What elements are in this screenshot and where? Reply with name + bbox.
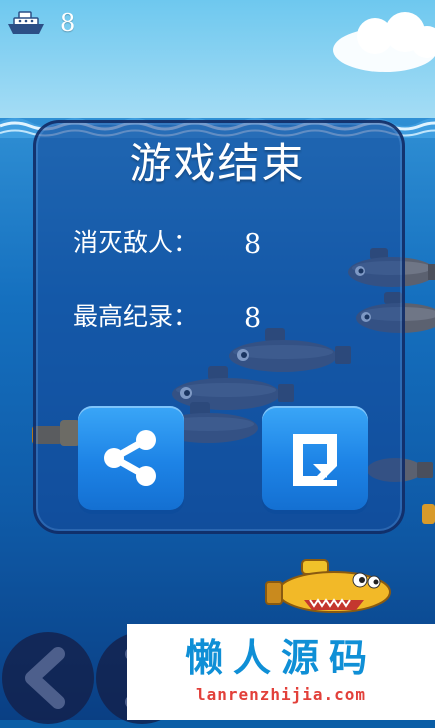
score-counter: 8: [60, 9, 76, 37]
player-submarine: [265, 559, 391, 613]
restart-button[interactable]: [262, 406, 368, 510]
game-over-title: 游戏结束: [129, 139, 306, 188]
ship-icon: [8, 11, 44, 34]
watermark-chinese-text: 懒人源码: [184, 636, 377, 680]
move-left-button[interactable]: [2, 632, 94, 724]
cloud: [333, 12, 435, 72]
share-button[interactable]: [78, 406, 184, 510]
watermark: 懒人源码 lanrenzhijia.com: [127, 624, 435, 720]
watermark-domain-text: lanrenzhijia.com: [195, 685, 367, 704]
arrow-left-icon: [25, 647, 65, 709]
torpedo: [422, 504, 435, 524]
enemies-destroyed-value: 8: [244, 229, 262, 260]
high-score-value: 8: [244, 303, 262, 334]
share-icon: [104, 430, 156, 486]
high-score-label: 最高纪录：: [73, 302, 199, 331]
enemies-destroyed-label: 消灭敌人：: [73, 228, 199, 257]
restart-icon: [293, 434, 337, 486]
